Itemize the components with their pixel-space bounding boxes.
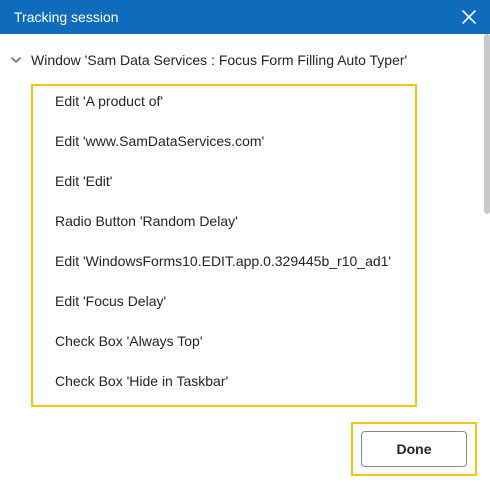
- list-item[interactable]: Edit 'A product of': [55, 91, 163, 111]
- list-item[interactable]: Edit 'www.SamDataServices.com': [55, 131, 264, 151]
- list-item[interactable]: Edit 'Focus Delay': [55, 291, 166, 311]
- title-bar: Tracking session: [0, 0, 490, 34]
- list-item[interactable]: Radio Button 'Random Delay': [55, 211, 238, 231]
- list-item[interactable]: Edit 'Edit': [55, 171, 112, 191]
- window-title: Tracking session: [14, 9, 119, 25]
- tracked-elements-list: Edit 'A product of' Edit 'www.SamDataSer…: [31, 84, 417, 407]
- tracking-session-window: Tracking session Window 'Sam Data Servic…: [0, 0, 490, 488]
- vertical-scrollbar[interactable]: [484, 34, 490, 214]
- list-item[interactable]: Check Box 'Hide in Taskbar': [55, 371, 228, 391]
- chevron-down-icon[interactable]: [10, 54, 22, 66]
- list-item[interactable]: Edit 'WindowsForms10.EDIT.app.0.329445b_…: [55, 251, 391, 271]
- close-icon[interactable]: [460, 8, 478, 26]
- done-button-highlight: Done: [351, 422, 477, 476]
- done-button[interactable]: Done: [361, 431, 467, 467]
- tree-root-window-node[interactable]: Window 'Sam Data Services : Focus Form F…: [10, 50, 407, 70]
- list-item[interactable]: Check Box 'Always Top': [55, 331, 203, 351]
- tree-root-label: Window 'Sam Data Services : Focus Form F…: [31, 52, 408, 68]
